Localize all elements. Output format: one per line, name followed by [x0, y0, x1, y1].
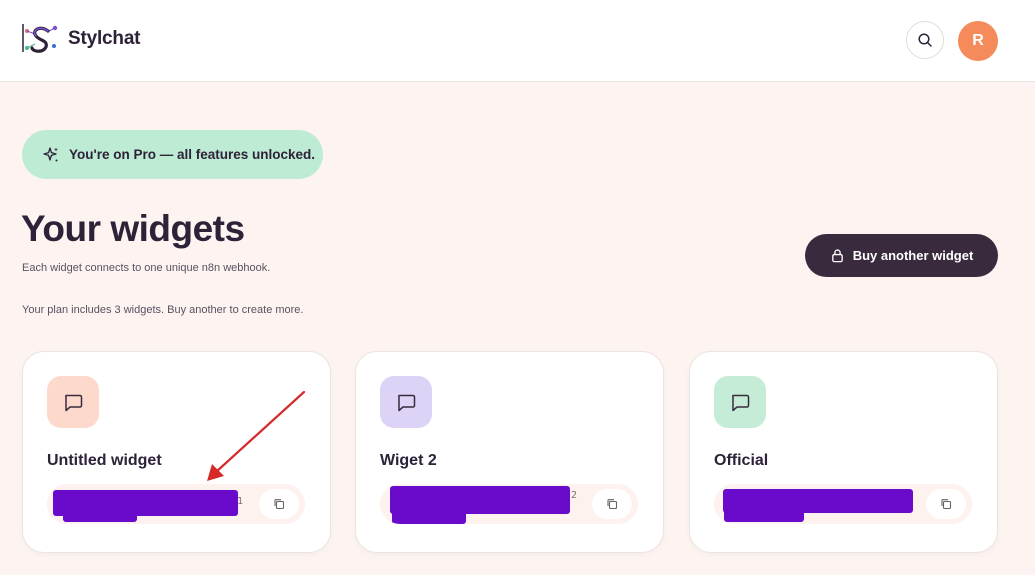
search-button[interactable]	[906, 21, 944, 59]
page-title: Your widgets	[21, 208, 245, 249]
copy-button[interactable]	[926, 489, 966, 519]
widget-id-field: 2	[380, 484, 638, 524]
buy-widget-label: Buy another widget	[852, 248, 974, 263]
widget-card[interactable]: Official	[689, 351, 998, 553]
chat-bubble-icon	[65, 394, 83, 412]
copy-button[interactable]	[592, 489, 632, 519]
chat-bubble-icon	[398, 394, 416, 412]
sparkle-icon	[43, 146, 58, 161]
page-subtitle: Each widget connects to one unique n8n w…	[22, 262, 271, 274]
widget-name: Wiget 2	[380, 452, 437, 469]
buy-widget-button[interactable]: Buy another widget	[805, 234, 998, 277]
redaction-mark	[392, 508, 466, 524]
lock-icon	[831, 249, 843, 263]
top-bar: Stylchat R	[0, 0, 1035, 82]
widget-icon-tile	[714, 376, 766, 428]
search-icon	[918, 33, 932, 47]
avatar[interactable]: R	[958, 21, 998, 61]
widget-name: Official	[714, 452, 769, 469]
copy-button[interactable]	[259, 489, 299, 519]
widget-name: Untitled widget	[47, 452, 162, 469]
stylchat-logo-icon[interactable]	[21, 22, 61, 56]
plan-note: Your plan includes 3 widgets. Buy anothe…	[22, 304, 304, 316]
pro-banner-text: You're on Pro — all features unlocked.	[69, 147, 316, 162]
widget-id-field: 1	[47, 484, 305, 524]
copy-icon	[274, 499, 285, 510]
widget-card[interactable]: Wiget 2 2	[355, 351, 664, 553]
copy-icon	[607, 499, 618, 510]
chat-bubble-icon	[732, 394, 750, 412]
widget-icon-tile	[47, 376, 99, 428]
copy-icon	[941, 499, 952, 510]
widget-id-suffix: 2	[571, 490, 578, 501]
widget-id-field	[714, 484, 972, 524]
pro-banner: You're on Pro — all features unlocked.	[22, 130, 323, 179]
widget-card[interactable]: Untitled widget 1	[22, 351, 331, 553]
widget-icon-tile	[380, 376, 432, 428]
brand-name: Stylchat	[68, 28, 141, 49]
redaction-mark	[63, 510, 137, 522]
redaction-mark	[724, 508, 804, 522]
